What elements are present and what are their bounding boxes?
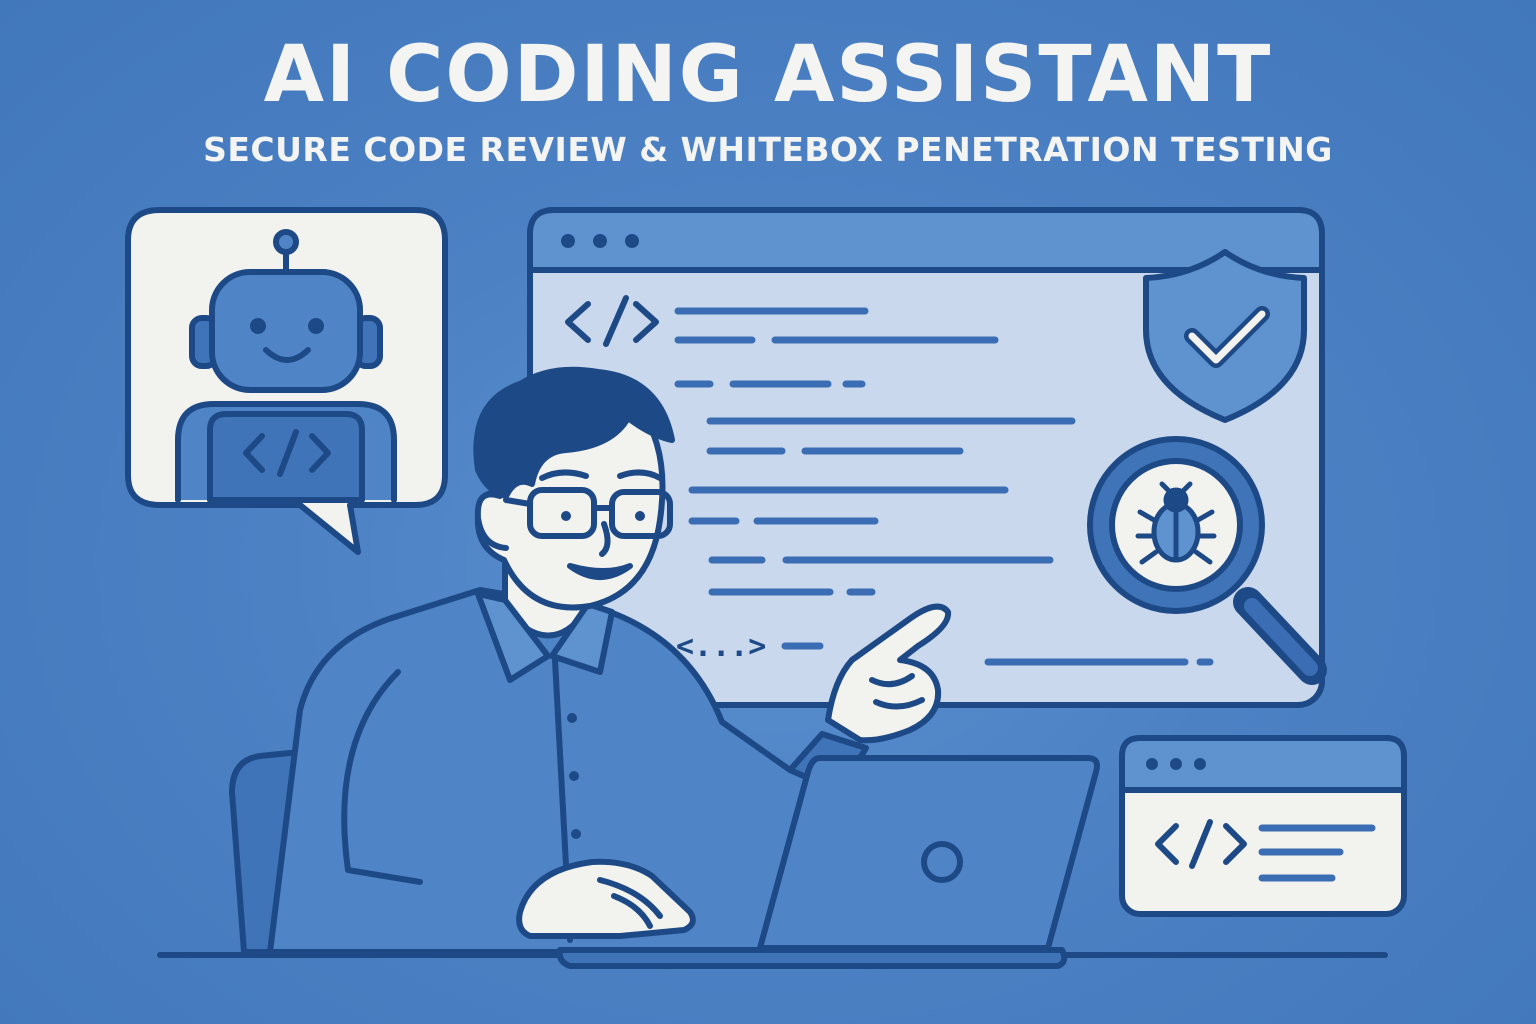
window-dot-3 bbox=[625, 234, 639, 248]
window-dot-2 bbox=[593, 234, 607, 248]
code-tag-ellipsis: <...> bbox=[676, 629, 766, 664]
window-dot-1 bbox=[561, 234, 575, 248]
small-code-window bbox=[1119, 735, 1407, 917]
illustration-scene: .ol { stroke:#1d4a86; stroke-width:6; st… bbox=[125, 207, 1407, 969]
robot-assistant-bubble bbox=[125, 207, 448, 555]
